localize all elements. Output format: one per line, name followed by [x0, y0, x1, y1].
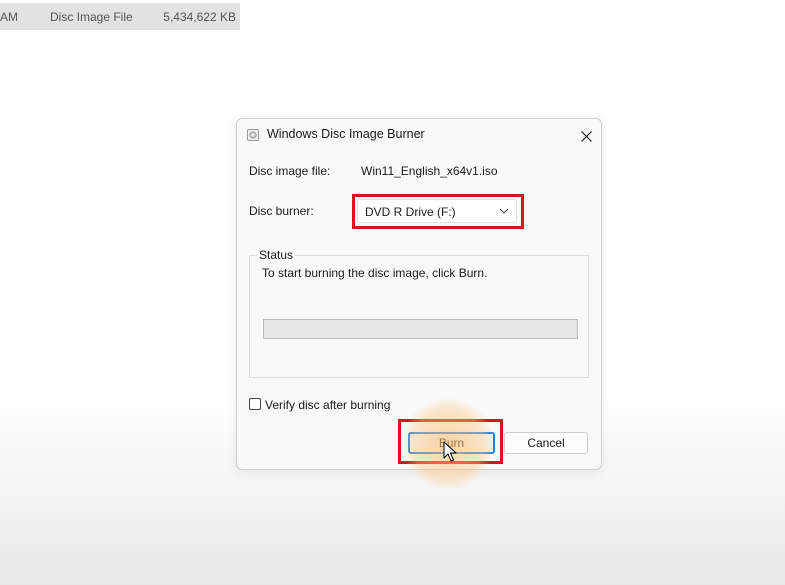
verify-disc-label[interactable]: Verify disc after burning: [265, 398, 390, 412]
disc-burner-icon: [247, 129, 259, 141]
file-list-row[interactable]: AM Disc Image File 5,434,622 KB: [0, 3, 240, 30]
cancel-button[interactable]: Cancel: [504, 432, 588, 454]
verify-disc-checkbox[interactable]: [249, 398, 261, 410]
dropdown-highlight-box: [352, 194, 524, 229]
dialog-title: Windows Disc Image Burner: [267, 127, 425, 141]
disc-image-file-label: Disc image file:: [249, 164, 331, 178]
burn-highlight-box: [398, 419, 503, 464]
disc-image-burner-dialog: Windows Disc Image Burner Disc image fil…: [236, 118, 602, 470]
status-label: Status: [257, 248, 296, 262]
disc-image-file-value: Win11_English_x64v1.iso: [361, 164, 498, 178]
close-button[interactable]: [573, 123, 599, 149]
close-icon: [580, 130, 592, 142]
burn-progress-bar: [263, 319, 578, 339]
file-date-modified: AM: [0, 10, 18, 24]
status-message: To start burning the disc image, click B…: [262, 266, 488, 280]
file-type: Disc Image File: [50, 10, 133, 24]
file-size: 5,434,622 KB: [163, 10, 236, 24]
status-group: Status To start burning the disc image, …: [249, 248, 589, 378]
disc-burner-label: Disc burner:: [249, 204, 314, 218]
